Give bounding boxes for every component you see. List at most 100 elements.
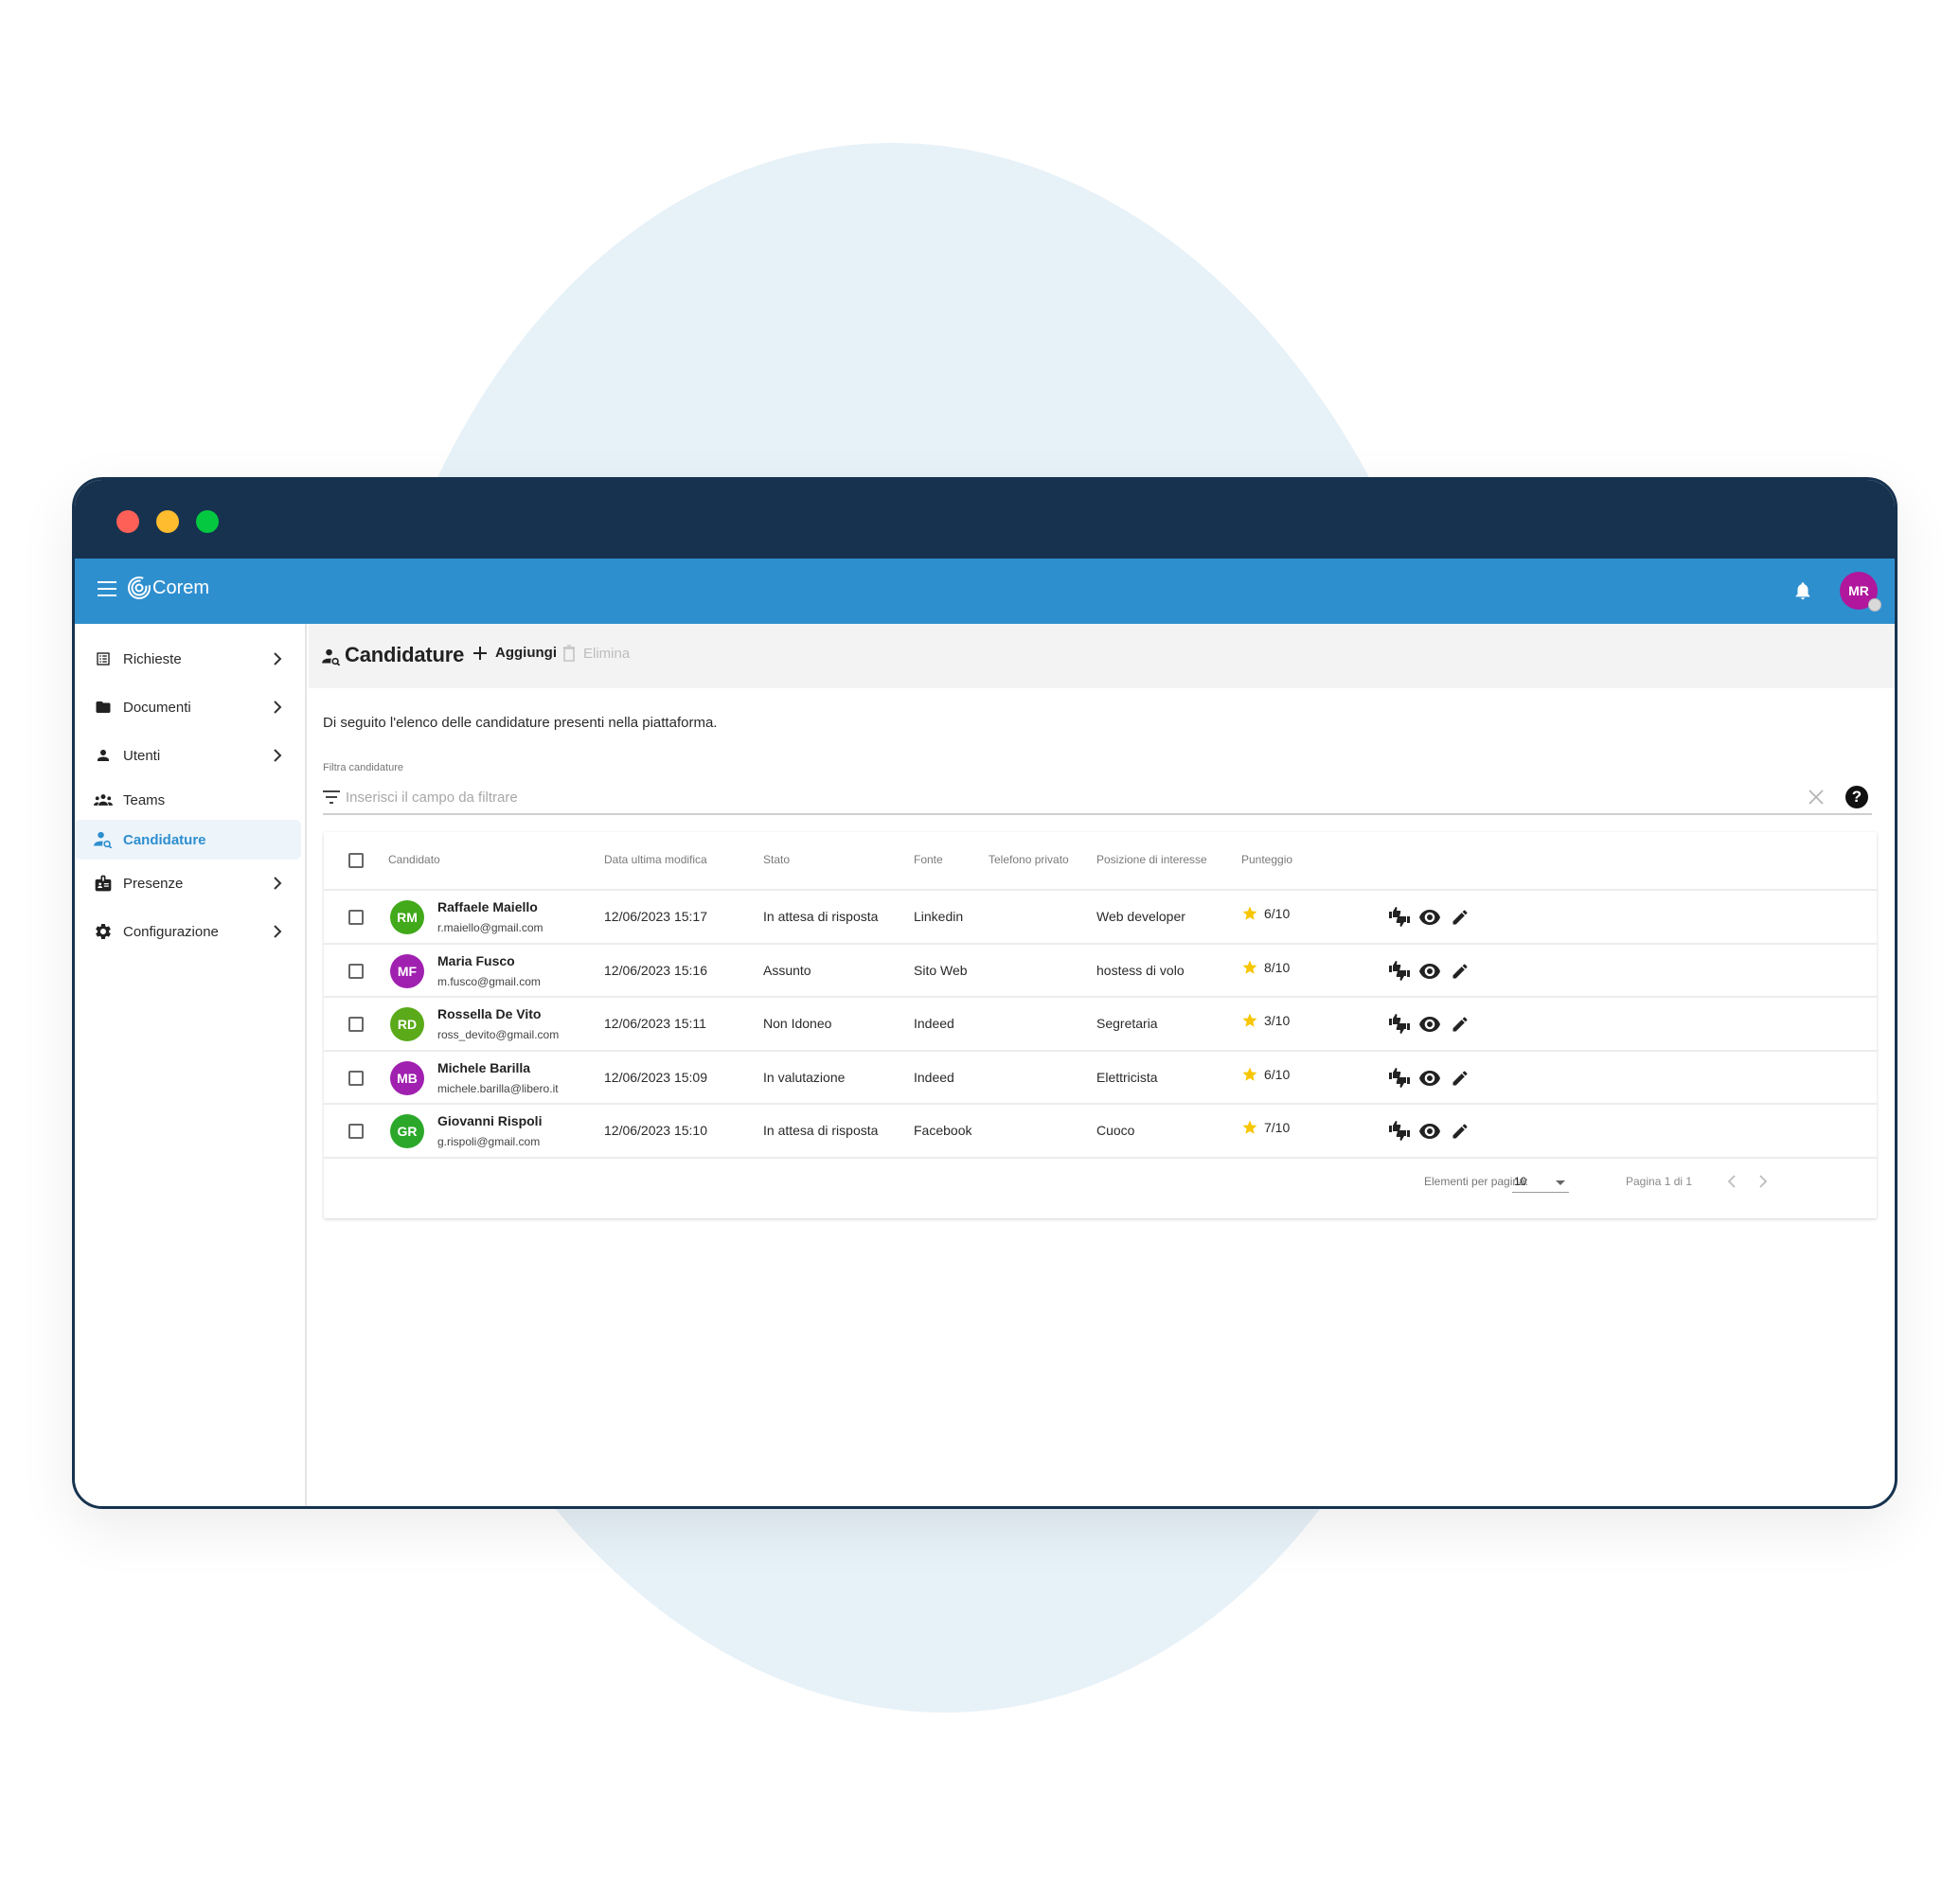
chevron-right-icon [274,749,282,762]
previous-page-button[interactable] [1720,1170,1743,1193]
candidate-avatar: MF [390,953,424,988]
sidebar-item-label: Richieste [123,650,182,667]
hamburger-icon[interactable] [98,581,116,598]
vote-button[interactable] [1386,1011,1413,1038]
edit-button[interactable] [1447,904,1473,931]
sidebar-item-label: Documenti [123,699,191,716]
table-row[interactable]: MF Maria Fusco m.fusco@gmail.com 12/06/2023… [324,945,1877,998]
position: Segretaria [1096,1016,1158,1031]
candidate-initials: MF [397,963,418,979]
candidate-name[interactable]: Rossella De Vito [437,1006,541,1021]
page-description: Di seguito l'elenco delle candidature pr… [323,715,718,731]
chevron-right-icon [274,925,282,938]
corem-logo-icon [128,577,151,599]
edit-button[interactable] [1447,1118,1473,1145]
thumbs-up-down-icon [1389,1067,1410,1088]
chevron-right-icon [274,701,282,714]
table-row[interactable]: MB Michele Barilla michele.barilla@libero.… [324,1052,1877,1105]
table-row[interactable]: RD Rossella De Vito ross_devito@gmail.com 1… [324,998,1877,1052]
edit-button[interactable] [1447,1065,1473,1091]
view-button[interactable] [1417,1065,1443,1091]
add-button[interactable]: Aggiungi [472,645,557,661]
view-button[interactable] [1417,958,1443,985]
vote-button[interactable] [1386,1118,1413,1145]
table-header: Candidato Data ultima modifica Stato Fon… [324,832,1877,891]
pencil-icon [1452,1017,1468,1032]
filter-input[interactable] [346,785,1766,809]
app-header: Corem MR [75,559,1895,624]
edit-button[interactable] [1447,958,1473,985]
vote-button[interactable] [1386,958,1413,985]
pencil-icon [1452,963,1468,978]
row-checkbox[interactable] [348,1124,364,1139]
page-toolbar: Candidature Aggiungi Elimina [309,624,1895,688]
thumbs-up-down-icon [1389,907,1410,927]
vote-button[interactable] [1386,904,1413,931]
table-row[interactable]: RM Raffaele Maiello r.maiello@gmail.com 12/… [324,891,1877,945]
column-header-fonte[interactable]: Fonte [914,853,943,866]
column-header-stato[interactable]: Stato [763,853,790,866]
sidebar-item-configurazione[interactable]: Configurazione [75,912,301,951]
row-checkbox[interactable] [348,1070,364,1086]
row-checkbox[interactable] [348,963,364,979]
main-content: Candidature Aggiungi Elimina Di seguito … [309,624,1895,1506]
next-page-button[interactable] [1752,1170,1774,1193]
view-button[interactable] [1417,1118,1443,1145]
window-minimize-button[interactable] [156,510,179,533]
gear-icon [94,922,113,941]
sidebar-item-label: Candidature [123,831,206,848]
eye-icon [1419,910,1440,925]
chevron-right-icon [274,877,282,890]
sidebar-item-utenti[interactable]: Utenti [75,736,301,775]
sidebar-item-label: Presenze [123,875,184,892]
column-header-telefono[interactable]: Telefono privato [989,853,1069,866]
help-icon[interactable]: ? [1845,786,1868,808]
brand-name: Corem [152,577,210,598]
position: Cuoco [1096,1123,1135,1138]
column-header-posizione[interactable]: Posizione di interesse [1096,853,1207,866]
filter-field: ? [323,783,1872,815]
row-checkbox[interactable] [348,910,364,925]
sidebar-item-label: Teams [123,791,166,808]
score: 8/10 [1241,959,1290,976]
brand-logo[interactable]: Corem [127,576,209,600]
bell-icon[interactable] [1792,579,1813,602]
sidebar-item-documenti[interactable]: Documenti [75,687,301,727]
score-value: 8/10 [1264,959,1291,975]
modified-date: 12/06/2023 15:16 [604,962,707,978]
score-value: 3/10 [1264,1013,1291,1028]
window-close-button[interactable] [116,510,139,533]
filter-icon [323,790,340,804]
table-row[interactable]: GR Giovanni Rispoli g.rispoli@gmail.com 12/… [324,1105,1877,1159]
vote-button[interactable] [1386,1065,1413,1091]
column-header-punteggio[interactable]: Punteggio [1241,853,1292,866]
select-all-checkbox[interactable] [348,853,364,868]
pencil-icon [1452,1124,1468,1139]
close-icon[interactable] [1808,789,1825,806]
sidebar-item-teams[interactable]: Teams [75,780,301,820]
delete-button[interactable]: Elimina [562,645,630,662]
view-button[interactable] [1417,1011,1443,1038]
candidate-initials: MB [397,1070,418,1086]
score: 7/10 [1241,1119,1290,1136]
window-maximize-button[interactable] [196,510,219,533]
column-header-data[interactable]: Data ultima modifica [604,853,707,866]
thumbs-up-down-icon [1389,960,1410,981]
candidate-name[interactable]: Maria Fusco [437,953,515,968]
per-page-select[interactable]: 10 [1512,1170,1569,1193]
candidate-name[interactable]: Giovanni Rispoli [437,1113,542,1128]
star-icon [1242,1120,1257,1134]
view-button[interactable] [1417,904,1443,931]
sidebar-item-richieste[interactable]: Richieste [75,639,301,679]
candidate-name[interactable]: Michele Barilla [437,1060,530,1075]
sidebar-item-presenze[interactable]: Presenze [75,863,301,903]
page-title: Candidature [345,643,465,666]
candidate-name[interactable]: Raffaele Maiello [437,899,538,914]
eye-icon [1419,963,1440,979]
sidebar-item-candidature[interactable]: Candidature [75,820,301,860]
modified-date: 12/06/2023 15:17 [604,909,707,924]
candidates-table: Candidato Data ultima modifica Stato Fon… [324,832,1877,1218]
column-header-candidato[interactable]: Candidato [388,853,440,866]
row-checkbox[interactable] [348,1017,364,1032]
edit-button[interactable] [1447,1011,1473,1038]
